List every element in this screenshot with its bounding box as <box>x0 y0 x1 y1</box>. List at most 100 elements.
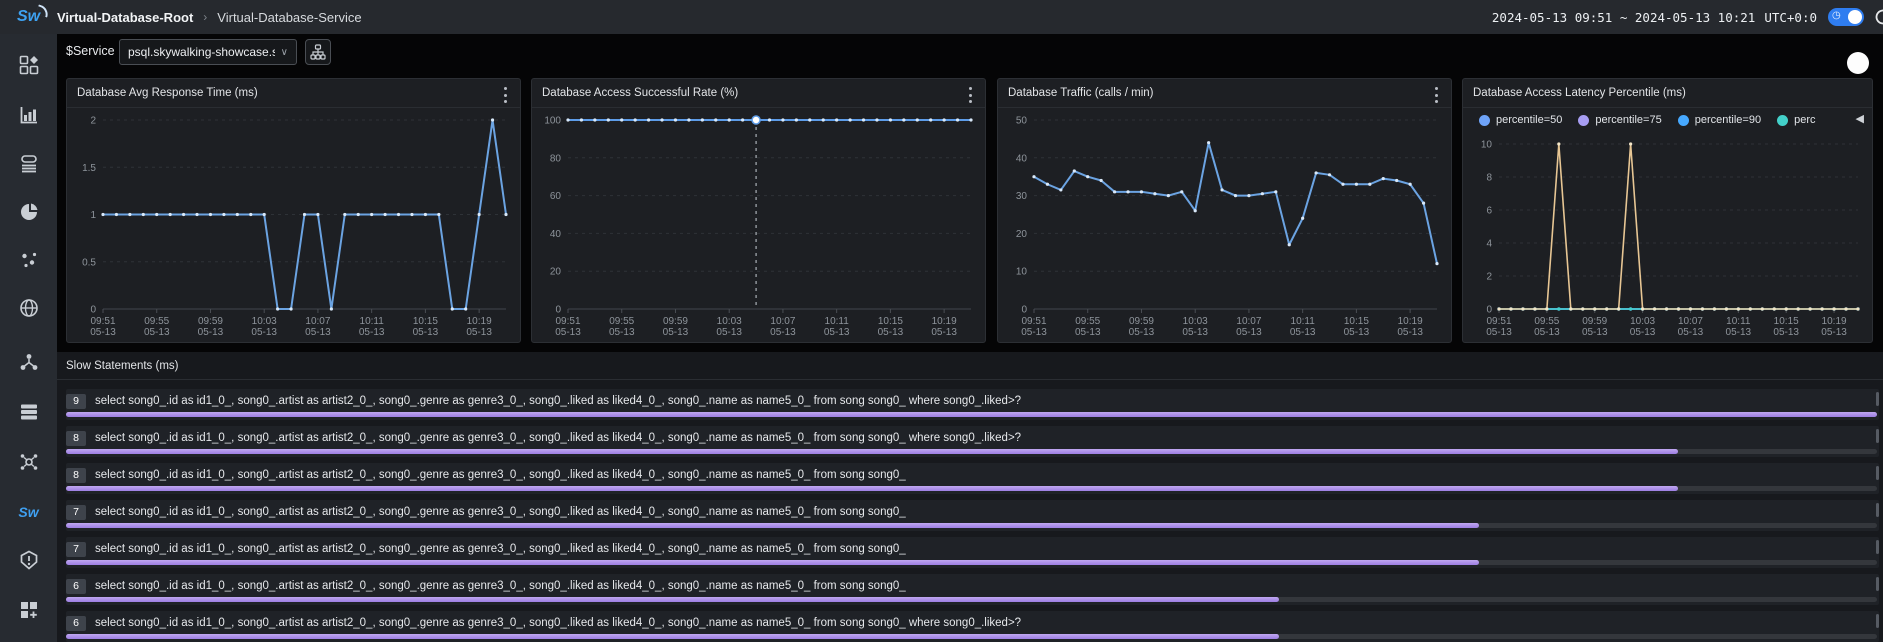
legend-scroll-left-icon[interactable]: ◀ <box>1856 112 1864 125</box>
row-scrollbar[interactable] <box>1876 577 1879 591</box>
svg-text:10:07: 10:07 <box>1236 316 1261 327</box>
svg-text:09:55: 09:55 <box>1075 316 1100 327</box>
toggle-knob <box>1848 10 1862 24</box>
legend-label: percentile=50 <box>1496 114 1562 126</box>
slow-statement-row[interactable]: 7 select song0_.id as id1_0_, song0_.art… <box>66 537 1879 568</box>
sidebar-item-dashboard[interactable] <box>0 48 57 82</box>
row-scrollbar[interactable] <box>1876 466 1879 480</box>
legend-label: perc <box>1794 114 1815 126</box>
sidebar-item-globe[interactable] <box>0 291 57 325</box>
svg-text:40: 40 <box>1016 153 1028 164</box>
svg-text:05-13: 05-13 <box>1486 327 1512 338</box>
svg-text:05-13: 05-13 <box>144 327 170 338</box>
floating-button[interactable] <box>1847 52 1869 74</box>
slow-statement-row[interactable]: 6 select song0_.id as id1_0_, song0_.art… <box>66 611 1879 642</box>
scatter-plot-icon <box>19 250 39 270</box>
sidebar-item-database[interactable] <box>0 146 57 180</box>
latency-bar-fill <box>66 412 1877 417</box>
row-scrollbar[interactable] <box>1876 503 1879 517</box>
sidebar-item-pie-chart[interactable] <box>0 195 57 229</box>
auto-refresh-toggle[interactable]: ◷ <box>1828 8 1864 26</box>
latency-bar-fill <box>66 597 1279 602</box>
latency-bar-track <box>66 560 1877 565</box>
skywalking-logo-icon[interactable]: Sw <box>0 8 57 26</box>
svg-text:30: 30 <box>1016 191 1028 202</box>
legend-label: percentile=90 <box>1695 114 1761 126</box>
svg-text:10:19: 10:19 <box>1398 316 1423 327</box>
legend-item[interactable]: percentile=90 <box>1678 114 1761 126</box>
slow-statement-row[interactable]: 9 select song0_.id as id1_0_, song0_.art… <box>66 389 1879 420</box>
kebab-menu-icon[interactable] <box>1429 86 1443 104</box>
service-topology-button[interactable] <box>305 39 331 65</box>
svg-text:09:55: 09:55 <box>1534 316 1559 327</box>
svg-text:10: 10 <box>1016 267 1028 278</box>
alarm-icon <box>19 550 39 570</box>
legend-dot-icon <box>1678 115 1689 126</box>
svg-text:4: 4 <box>1486 239 1492 250</box>
svg-text:09:59: 09:59 <box>1129 316 1154 327</box>
svg-text:05-13: 05-13 <box>1344 327 1370 338</box>
service-mesh-icon <box>19 452 39 472</box>
svg-text:05-13: 05-13 <box>609 327 635 338</box>
legend-item[interactable]: perc <box>1777 114 1815 126</box>
database-icon <box>19 153 39 173</box>
svg-text:05-13: 05-13 <box>931 327 957 338</box>
slow-statement-row[interactable]: 8 select song0_.id as id1_0_, song0_.art… <box>66 463 1879 494</box>
row-scrollbar[interactable] <box>1876 392 1879 406</box>
chevron-down-icon: ∨ <box>281 47 288 58</box>
sidebar-item-bar-chart[interactable] <box>0 98 57 132</box>
row-scrollbar[interactable] <box>1876 614 1879 628</box>
breadcrumb-current[interactable]: Virtual-Database-Service <box>217 10 361 25</box>
svg-text:05-13: 05-13 <box>90 327 116 338</box>
refresh-icon[interactable] <box>1873 7 1883 27</box>
legend-item[interactable]: percentile=50 <box>1479 114 1562 126</box>
row-scrollbar[interactable] <box>1876 540 1879 554</box>
svg-text:20: 20 <box>1016 229 1028 240</box>
chart-title: Database Access Successful Rate (%) <box>542 87 738 99</box>
service-select-value: psql.skywalking-showcase.svc. <box>128 45 275 59</box>
svg-text:2: 2 <box>1486 272 1492 283</box>
svg-text:10:11: 10:11 <box>1291 316 1316 327</box>
chart-title: Database Avg Response Time (ms) <box>77 87 258 99</box>
legend-item[interactable]: percentile=75 <box>1578 114 1661 126</box>
latency-bar-fill <box>66 486 1678 491</box>
bar-chart-icon <box>19 105 39 125</box>
sql-statement-text: select song0_.id as id1_0_, song0_.artis… <box>95 432 1021 444</box>
breadcrumb-root[interactable]: Virtual-Database-Root <box>57 10 193 25</box>
sidebar-item-add-widget[interactable] <box>0 593 57 627</box>
skywalking-dashboard: Sw Virtual-Database-Root › Virtual-Datab… <box>0 0 1883 642</box>
svg-text:05-13: 05-13 <box>1290 327 1316 338</box>
svg-text:10:19: 10:19 <box>1822 316 1847 327</box>
sidebar-item-topology[interactable] <box>0 345 57 379</box>
sidebar-item-alarm[interactable] <box>0 543 57 577</box>
chart-canvas[interactable]: 00.511.5209:5105-1309:5505-1309:5905-131… <box>67 108 520 343</box>
svg-text:10:03: 10:03 <box>717 316 742 327</box>
svg-text:05-13: 05-13 <box>824 327 850 338</box>
chart-canvas[interactable]: 02040608010009:5105-1309:5505-1309:5905-… <box>532 108 985 343</box>
service-toolbar: $Service psql.skywalking-showcase.svc. ∨ <box>57 34 1883 72</box>
slow-statement-row[interactable]: 6 select song0_.id as id1_0_, song0_.art… <box>66 574 1879 605</box>
svg-text:05-13: 05-13 <box>251 327 277 338</box>
sidebar-item-scatter-plot[interactable] <box>0 243 57 277</box>
time-range-picker[interactable]: 2024-05-13 09:51 ~ 2024-05-13 10:21 <box>1492 10 1755 25</box>
slow-statement-row[interactable]: 8 select song0_.id as id1_0_, song0_.art… <box>66 426 1879 457</box>
timezone-label: UTC+0:0 <box>1764 10 1817 25</box>
kebab-menu-icon[interactable] <box>498 86 512 104</box>
kebab-menu-icon[interactable] <box>963 86 977 104</box>
svg-text:05-13: 05-13 <box>1534 327 1560 338</box>
chart-canvas[interactable]: 024681009:5105-1309:5505-1309:5905-1310:… <box>1463 132 1872 343</box>
svg-text:0: 0 <box>1486 305 1492 316</box>
latency-bar-fill <box>66 560 1479 565</box>
sidebar-item-list[interactable] <box>0 395 57 429</box>
svg-text:05-13: 05-13 <box>305 327 331 338</box>
chart-canvas[interactable]: 0102030405009:5105-1309:5505-1309:5905-1… <box>998 108 1451 343</box>
svg-text:0: 0 <box>90 305 96 316</box>
slow-statement-row[interactable]: 7 select song0_.id as id1_0_, song0_.art… <box>66 500 1879 531</box>
service-select[interactable]: psql.skywalking-showcase.svc. ∨ <box>119 39 297 65</box>
service-label: $Service <box>66 44 115 58</box>
sidebar-item-service-mesh[interactable] <box>0 445 57 479</box>
latency-bar-fill <box>66 523 1479 528</box>
row-scrollbar[interactable] <box>1876 429 1879 443</box>
svg-text:05-13: 05-13 <box>555 327 581 338</box>
sidebar-item-skywalking[interactable]: Sw <box>0 495 57 529</box>
